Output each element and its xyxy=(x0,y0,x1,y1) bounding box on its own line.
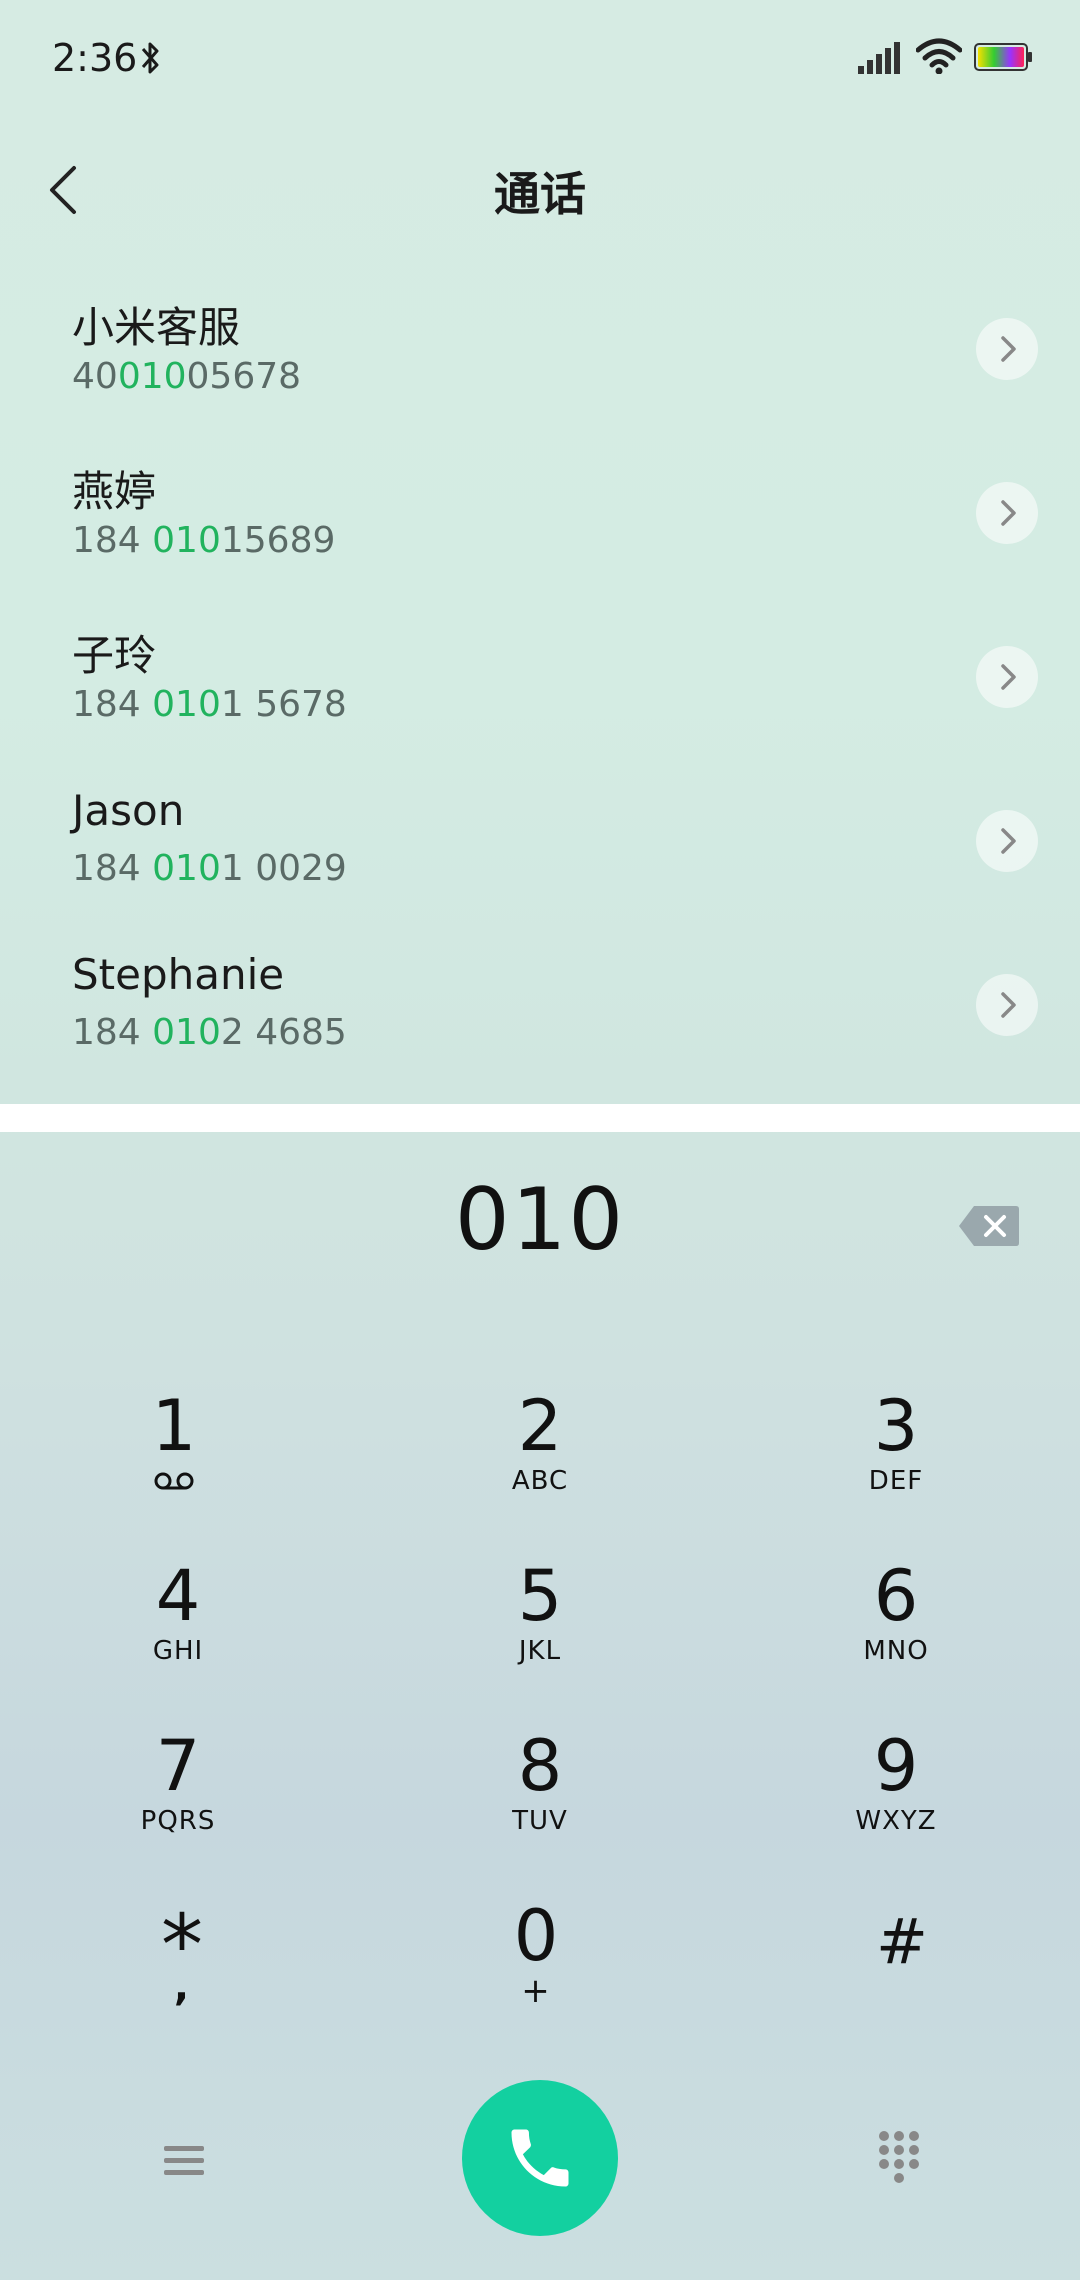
key-letters: WXYZ xyxy=(855,1806,937,1836)
menu-icon[interactable] xyxy=(150,2130,216,2190)
key-3[interactable]: 3 DEF xyxy=(746,1380,1046,1540)
backspace-icon[interactable] xyxy=(958,1204,1020,1248)
number-suffix: 1 5678 xyxy=(220,684,347,725)
contact-row[interactable]: Stephanie 184 0102 4685 xyxy=(0,926,1080,1090)
contact-row[interactable]: 小米客服 4001005678 xyxy=(0,270,1080,434)
key-1[interactable]: 1 xyxy=(24,1380,324,1540)
page-title: 通话 xyxy=(494,167,586,221)
key-letters: ABC xyxy=(511,1466,569,1496)
contact-row[interactable]: 燕婷 184 01015689 xyxy=(0,434,1080,598)
contact-number: 184 01015689 xyxy=(72,520,335,561)
contact-number: 184 0101 0029 xyxy=(72,848,347,889)
key-digit: 4 xyxy=(155,1555,201,1637)
key-letters: GHI xyxy=(152,1636,204,1666)
list-divider xyxy=(0,1104,1080,1132)
chevron-right-icon xyxy=(1001,664,1016,690)
number-match: 010 xyxy=(152,684,221,725)
contact-number: 4001005678 xyxy=(72,356,301,397)
key-digit: 5 xyxy=(517,1555,563,1637)
key-7[interactable]: 7 PQRS xyxy=(28,1720,328,1880)
key-4[interactable]: 4 GHI xyxy=(28,1550,328,1710)
key-letters: + xyxy=(521,1971,551,2011)
key-9[interactable]: 9 WXYZ xyxy=(746,1720,1046,1880)
key-digit: 2 xyxy=(517,1385,563,1467)
key-6[interactable]: 6 MNO xyxy=(746,1550,1046,1710)
key-0[interactable]: 0 + xyxy=(386,1890,686,2050)
number-match: 010 xyxy=(152,848,221,889)
contact-number: 184 0101 5678 xyxy=(72,684,347,725)
number-suffix: 2 4685 xyxy=(220,1012,347,1053)
phone-icon xyxy=(511,2129,569,2187)
number-prefix: 184 xyxy=(72,848,153,889)
key-digit: 1 xyxy=(151,1385,197,1467)
key-letters: DEF xyxy=(868,1466,924,1496)
contact-detail-button[interactable] xyxy=(976,318,1038,380)
bottom-bar xyxy=(0,2080,1080,2240)
number-suffix: 05678 xyxy=(186,356,302,397)
wifi-icon xyxy=(916,38,962,74)
contact-detail-button[interactable] xyxy=(976,482,1038,544)
chevron-right-icon xyxy=(1001,828,1016,854)
contact-detail-button[interactable] xyxy=(976,974,1038,1036)
key-digit: 0 xyxy=(513,1895,559,1977)
header: 通话 xyxy=(0,130,1080,250)
voicemail-icon xyxy=(154,1472,194,1490)
number-prefix: 184 xyxy=(72,684,153,725)
key-hash[interactable]: # xyxy=(752,1890,1052,2050)
dial-display: 010 xyxy=(0,1170,1080,1300)
number-prefix: 184 xyxy=(72,1012,153,1053)
key-digit: 6 xyxy=(873,1555,919,1637)
key-letters: PQRS xyxy=(140,1806,216,1836)
signal-icon xyxy=(858,42,900,74)
number-match: 010 xyxy=(152,520,221,561)
status-bar: 2:36 xyxy=(0,0,1080,120)
key-8[interactable]: 8 TUV xyxy=(390,1720,690,1880)
contact-detail-button[interactable] xyxy=(976,810,1038,872)
key-letters: JKL xyxy=(518,1636,562,1666)
status-time: 2:36 xyxy=(52,36,138,80)
dial-input[interactable]: 010 xyxy=(0,1170,1080,1270)
bluetooth-icon xyxy=(141,42,159,74)
key-2[interactable]: 2 ABC xyxy=(390,1380,690,1540)
key-digit: 7 xyxy=(155,1725,201,1807)
contact-row[interactable]: 子玲 184 0101 5678 xyxy=(0,598,1080,762)
contact-list[interactable]: 小米客服 4001005678 燕婷 184 01015689 子玲 184 0… xyxy=(0,270,1080,1100)
key-star[interactable]: * , xyxy=(32,1890,332,2050)
contact-name: Stephanie xyxy=(72,950,285,999)
contact-row[interactable]: Jason 184 0101 0029 xyxy=(0,762,1080,926)
key-digit: 3 xyxy=(873,1385,919,1467)
number-suffix: 15689 xyxy=(220,520,336,561)
contact-name: Jason xyxy=(72,786,185,835)
dialpad-icon[interactable] xyxy=(872,2126,926,2190)
key-5[interactable]: 5 JKL xyxy=(390,1550,690,1710)
battery-icon xyxy=(974,43,1032,71)
contact-name: 燕婷 xyxy=(72,467,157,516)
key-letters: TUV xyxy=(512,1806,568,1836)
key-letters: , xyxy=(173,1964,191,2010)
number-match: 010 xyxy=(152,1012,221,1053)
contact-name: 小米客服 xyxy=(72,303,241,352)
number-match: 010 xyxy=(117,356,187,397)
number-prefix: 40 xyxy=(72,356,118,397)
key-digit: # xyxy=(876,1905,928,1978)
chevron-right-icon xyxy=(1001,336,1016,362)
chevron-right-icon xyxy=(1001,500,1016,526)
number-prefix: 184 xyxy=(72,520,153,561)
key-letters: MNO xyxy=(863,1636,929,1666)
chevron-right-icon xyxy=(1001,992,1016,1018)
key-digit: 9 xyxy=(873,1725,919,1807)
call-button[interactable] xyxy=(462,2080,618,2236)
number-suffix: 1 0029 xyxy=(220,848,347,889)
key-digit: 8 xyxy=(517,1725,563,1807)
contact-name: 子玲 xyxy=(72,631,157,680)
keypad: 1 2 ABC 3 DEF 4 GHI 5 JKL 6 MNO 7 PQRS 8… xyxy=(0,1380,1080,2060)
contact-number: 184 0102 4685 xyxy=(72,1012,347,1053)
contact-detail-button[interactable] xyxy=(976,646,1038,708)
